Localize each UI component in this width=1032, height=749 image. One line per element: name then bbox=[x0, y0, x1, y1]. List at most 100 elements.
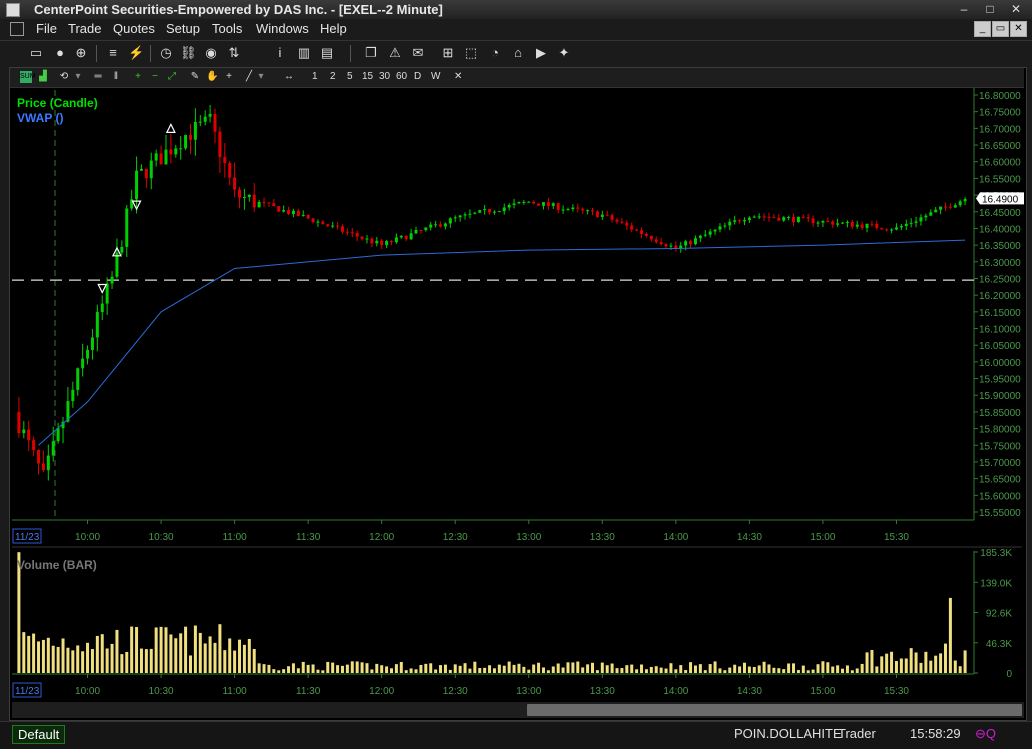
candle-body bbox=[787, 217, 791, 219]
volume-tick-labels: 185.3K 139.0K 92.6K 46.3K 0 bbox=[980, 548, 1012, 680]
volume-bar bbox=[728, 667, 732, 673]
volume-bar bbox=[228, 638, 232, 673]
volume-bar bbox=[772, 667, 776, 673]
time-tick-label: 11:00 bbox=[222, 686, 247, 697]
volume-bar bbox=[439, 665, 443, 673]
candle-body bbox=[689, 241, 693, 245]
volume-bar bbox=[762, 661, 766, 673]
candle-body bbox=[532, 201, 536, 204]
candle-body bbox=[51, 441, 55, 456]
vwap-series-label: VWAP () bbox=[17, 111, 63, 125]
volume-bar bbox=[208, 636, 212, 673]
candle-body bbox=[135, 170, 139, 200]
volume-bar bbox=[497, 664, 501, 673]
price-chart[interactable]: 16.80000 16.75000 16.70000 16.65000 16.60000… bbox=[0, 0, 1032, 748]
candle-body bbox=[468, 213, 472, 215]
volume-bar bbox=[81, 651, 85, 673]
candle-body bbox=[556, 203, 560, 210]
volume-series-label: Volume (BAR) bbox=[17, 558, 97, 572]
volume-bar bbox=[894, 661, 898, 673]
volume-bar bbox=[22, 632, 26, 673]
volume-bar bbox=[517, 663, 521, 673]
candle-body bbox=[595, 211, 599, 217]
volume-bar bbox=[448, 669, 452, 673]
trade-markers bbox=[97, 123, 176, 294]
volume-bar bbox=[164, 627, 168, 673]
volume-bar bbox=[841, 668, 845, 673]
volume-bar bbox=[149, 648, 153, 673]
volume-bar bbox=[41, 639, 45, 673]
volume-bar bbox=[291, 663, 295, 673]
volume-bar bbox=[708, 664, 712, 673]
candle-body bbox=[669, 245, 673, 247]
volume-bar bbox=[939, 653, 943, 673]
price-tick-label: 16.15000 bbox=[979, 308, 1021, 319]
volume-bar bbox=[890, 651, 894, 673]
volume-bar bbox=[71, 650, 75, 673]
current-price-label: 16.4900 bbox=[982, 194, 1019, 205]
candle-body bbox=[242, 196, 246, 198]
candle-body bbox=[625, 222, 629, 226]
time-tick-label: 12:00 bbox=[369, 686, 394, 697]
price-tick-label: 15.80000 bbox=[979, 425, 1021, 436]
time-tick-label: 10:00 bbox=[75, 686, 100, 697]
volume-bar bbox=[880, 656, 884, 673]
candle-body bbox=[527, 201, 531, 203]
volume-bar bbox=[620, 668, 624, 673]
candle-body bbox=[267, 202, 271, 204]
candle-body bbox=[850, 221, 854, 227]
volume-bar bbox=[174, 638, 178, 673]
candle-body bbox=[885, 229, 889, 231]
candle-body bbox=[860, 224, 864, 228]
candle-body bbox=[316, 221, 320, 223]
volume-bar bbox=[865, 652, 869, 673]
horizontal-scrollbar[interactable] bbox=[12, 702, 1024, 718]
volume-bar bbox=[492, 668, 496, 673]
candle-body bbox=[963, 199, 967, 202]
volume-bar bbox=[404, 670, 408, 673]
volume-bar bbox=[32, 633, 36, 673]
candle-body bbox=[154, 153, 158, 161]
volume-bar bbox=[600, 662, 604, 673]
candle-body bbox=[213, 113, 217, 132]
volume-bar bbox=[615, 668, 619, 673]
volume-bar bbox=[316, 669, 320, 673]
price-tick-label: 15.85000 bbox=[979, 408, 1021, 419]
candle-body bbox=[865, 223, 869, 228]
volume-bar bbox=[640, 664, 644, 673]
volume-bar bbox=[311, 664, 315, 673]
candle-body bbox=[125, 208, 129, 247]
default-layout-tab[interactable]: Default bbox=[12, 725, 66, 744]
volume-bar bbox=[331, 662, 335, 673]
candle-body bbox=[174, 148, 178, 155]
candle-body bbox=[875, 223, 879, 229]
volume-bar bbox=[796, 670, 800, 673]
volume-bar bbox=[899, 658, 903, 673]
candle-body bbox=[953, 205, 957, 208]
volume-bar bbox=[380, 665, 384, 673]
volume-bar bbox=[958, 666, 962, 673]
candle-body bbox=[17, 411, 21, 434]
candle-body bbox=[218, 131, 222, 158]
connection-status-icon: ⊖Q bbox=[975, 726, 997, 741]
candle-body bbox=[620, 221, 624, 223]
volume-bar bbox=[532, 664, 536, 673]
volume-bar bbox=[718, 668, 722, 673]
time-tick-label: 14:00 bbox=[663, 532, 688, 543]
candle-body bbox=[321, 221, 325, 225]
candle-body bbox=[287, 210, 291, 214]
time-tick-label: 11:30 bbox=[296, 686, 321, 697]
volume-bar bbox=[154, 627, 158, 673]
volume-bar bbox=[605, 665, 609, 673]
candle-body bbox=[640, 230, 644, 234]
volume-bar bbox=[360, 662, 364, 673]
candle-body bbox=[434, 224, 438, 226]
volume-bar bbox=[242, 644, 246, 673]
volume-bar bbox=[914, 652, 918, 673]
scroll-thumb[interactable] bbox=[527, 704, 1022, 716]
volume-bar bbox=[870, 649, 874, 673]
price-tick-label: 16.75000 bbox=[979, 108, 1021, 119]
volume-bar bbox=[836, 665, 840, 673]
candle-body bbox=[453, 217, 457, 219]
volume-bar bbox=[537, 662, 541, 673]
